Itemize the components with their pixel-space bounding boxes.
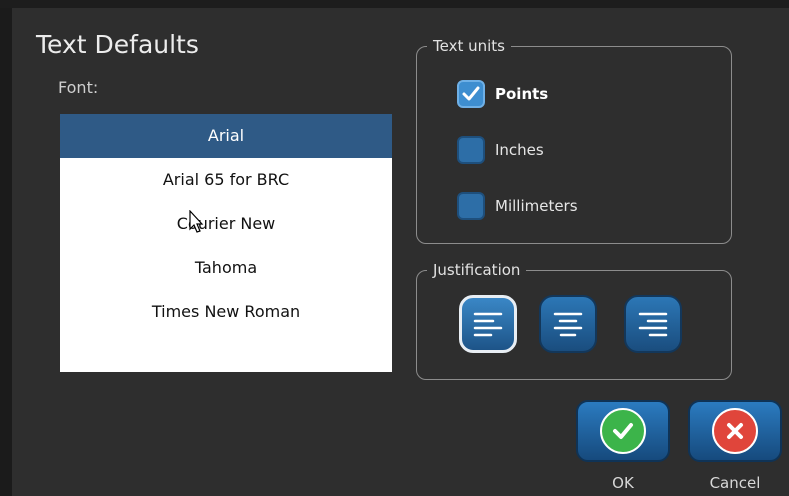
points-checkbox[interactable] <box>457 80 485 108</box>
font-label: Font: <box>58 78 99 97</box>
left-align-icon <box>473 312 503 337</box>
unit-option-inches[interactable]: Inches <box>457 135 544 165</box>
close-icon <box>727 423 743 439</box>
points-label: Points <box>495 85 549 103</box>
font-item-tahoma[interactable]: Tahoma <box>60 246 392 290</box>
font-item-arial-65-for-brc[interactable]: Arial 65 for BRC <box>60 158 392 202</box>
cancel-label: Cancel <box>709 474 761 492</box>
ok-circle <box>600 408 646 454</box>
justify-right-button[interactable] <box>624 295 682 353</box>
inches-label: Inches <box>495 141 544 159</box>
font-item-arial[interactable]: Arial <box>60 114 392 158</box>
justification-legend: Justification <box>427 260 527 280</box>
cancel-circle <box>712 408 758 454</box>
cancel-button[interactable] <box>688 400 782 462</box>
check-icon <box>613 423 633 439</box>
unit-option-points[interactable]: Points <box>457 79 548 109</box>
text-units-group: Text units Points Inches Millimeters <box>416 36 732 244</box>
font-list[interactable]: Arial Arial 65 for BRC Courier New Tahom… <box>60 114 392 372</box>
millimeters-checkbox[interactable] <box>457 192 485 220</box>
center-align-icon <box>553 312 583 337</box>
font-item-courier-new[interactable]: Courier New <box>60 202 392 246</box>
justify-left-button[interactable] <box>459 295 517 353</box>
unit-option-millimeters[interactable]: Millimeters <box>457 191 578 221</box>
justify-center-button[interactable] <box>539 295 597 353</box>
text-defaults-dialog: Text Defaults Font: Arial Arial 65 for B… <box>12 8 789 496</box>
millimeters-label: Millimeters <box>495 197 578 215</box>
font-item-times-new-roman[interactable]: Times New Roman <box>60 290 392 334</box>
inches-checkbox[interactable] <box>457 136 485 164</box>
window-top-edge <box>0 0 789 8</box>
checkmark-icon <box>462 86 480 101</box>
ok-button[interactable] <box>576 400 670 462</box>
mouse-cursor-icon <box>189 210 204 233</box>
right-align-icon <box>638 312 668 337</box>
text-units-legend: Text units <box>427 36 511 56</box>
justification-group: Justification <box>416 260 732 380</box>
dialog-title: Text Defaults <box>36 30 199 59</box>
ok-label: OK <box>612 474 634 492</box>
